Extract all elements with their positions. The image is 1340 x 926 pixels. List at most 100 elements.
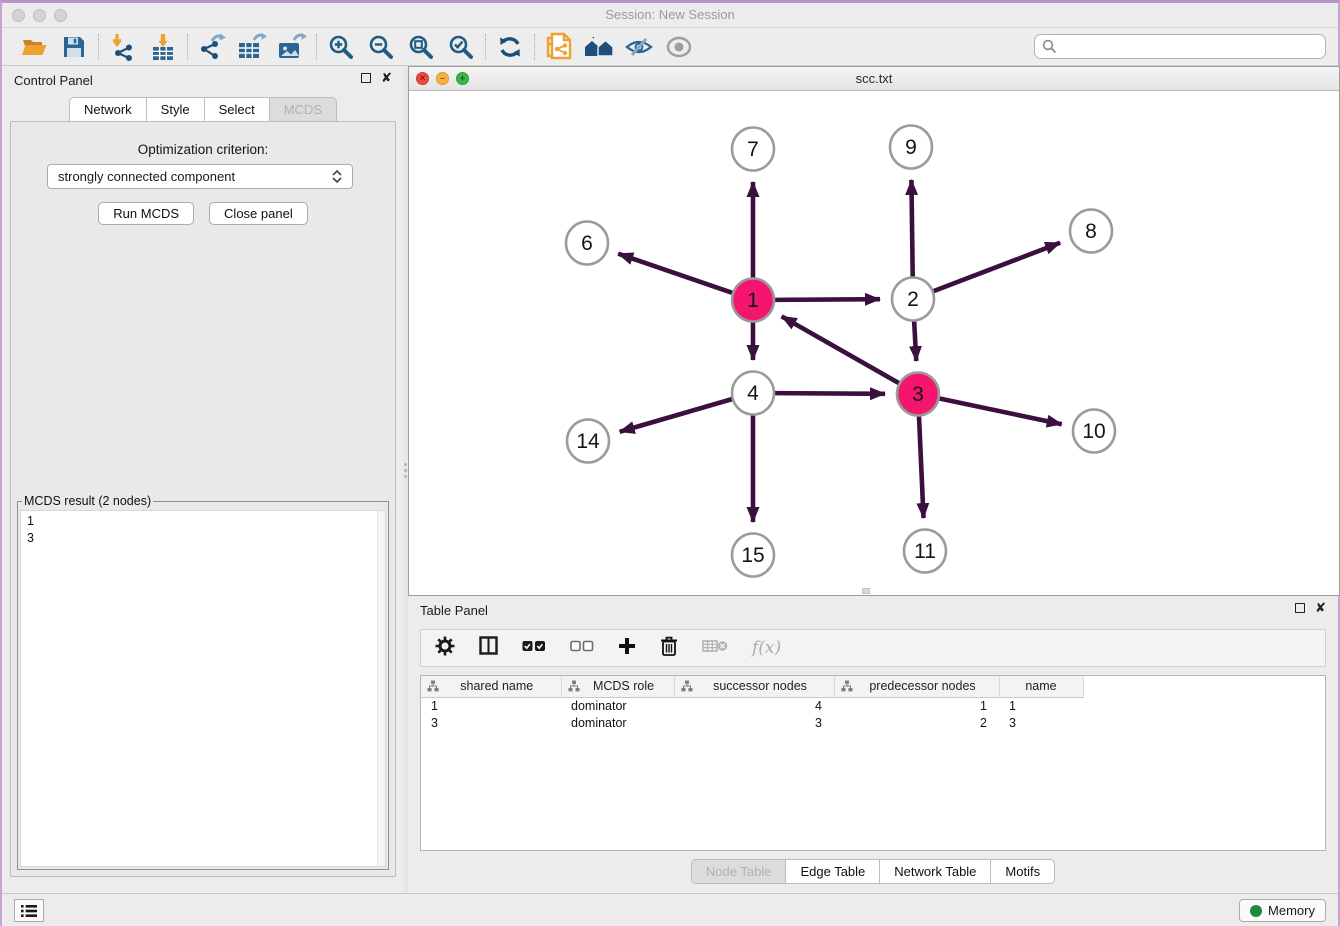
- plus-icon: [618, 637, 636, 655]
- graph-edge-2-8[interactable]: [934, 243, 1061, 291]
- graph-edge-1-2[interactable]: [775, 299, 880, 300]
- graph-node-label-7: 7: [747, 138, 759, 161]
- graph-edge-4-3[interactable]: [775, 393, 885, 394]
- search-icon: [1042, 39, 1057, 54]
- graph-edge-3-10[interactable]: [940, 399, 1062, 425]
- graph-node-label-6: 6: [581, 232, 593, 255]
- table-panel: Table Panel ✘: [408, 596, 1338, 893]
- table-cell[interactable]: 3: [999, 714, 1083, 731]
- table-cell[interactable]: 1: [834, 697, 999, 714]
- graph-node-label-14: 14: [576, 430, 600, 453]
- open-file-button[interactable]: [14, 31, 54, 63]
- home-button[interactable]: [579, 31, 619, 63]
- canvas-resize-grip[interactable]: [862, 588, 870, 594]
- tab-mcds[interactable]: MCDS: [269, 97, 337, 122]
- zoom-selected-icon: [448, 34, 474, 60]
- zoom-fit-icon: [408, 34, 434, 60]
- network-canvas[interactable]: 7968124314101511: [409, 91, 1339, 595]
- toolbar-separator: [534, 34, 535, 60]
- tab-style[interactable]: Style: [146, 97, 204, 122]
- app-titlebar: Session: New Session: [2, 3, 1338, 28]
- hide-button[interactable]: [619, 31, 659, 63]
- import-table-icon: [150, 33, 176, 61]
- save-session-button[interactable]: [54, 31, 94, 63]
- tab-node-table[interactable]: Node Table: [691, 859, 786, 884]
- open-folder-icon: [21, 35, 48, 59]
- function-builder-button-disabled: f(x): [752, 638, 781, 658]
- table-cell[interactable]: 1: [421, 697, 561, 714]
- zoom-out-button[interactable]: [361, 31, 401, 63]
- graph-edge-4-14[interactable]: [620, 399, 732, 432]
- tree-hierarchy-icon: [841, 680, 853, 692]
- column-layout-button[interactable]: [479, 636, 498, 660]
- tab-network-table[interactable]: Network Table: [879, 859, 990, 884]
- graph-edge-2-3[interactable]: [914, 321, 916, 361]
- run-mcds-button[interactable]: Run MCDS: [98, 202, 194, 225]
- table-cell[interactable]: 1: [999, 697, 1083, 714]
- graph-edge-3-1[interactable]: [782, 316, 899, 383]
- tab-network[interactable]: Network: [69, 97, 146, 122]
- show-button-disabled: [659, 31, 699, 63]
- graph-edge-3-11[interactable]: [919, 416, 924, 518]
- graph-edge-2-9[interactable]: [911, 180, 912, 277]
- graph-edge-1-6[interactable]: [618, 254, 732, 293]
- settings-gear-button[interactable]: [435, 636, 455, 661]
- table-cell[interactable]: dominator: [561, 714, 674, 731]
- column-header-successor-nodes[interactable]: successor nodes: [674, 676, 834, 697]
- export-network-icon: [198, 33, 226, 61]
- graph-node-label-3: 3: [912, 383, 924, 406]
- import-network-button[interactable]: [103, 31, 143, 63]
- table-row[interactable]: 1dominator411: [421, 697, 1083, 714]
- export-image-button[interactable]: [272, 31, 312, 63]
- unchecked-boxes-icon: [570, 640, 594, 652]
- tab-motifs[interactable]: Motifs: [990, 859, 1055, 884]
- float-panel-icon[interactable]: [361, 73, 371, 83]
- tab-select[interactable]: Select: [204, 97, 269, 122]
- export-table-button[interactable]: [232, 31, 272, 63]
- zoom-selected-button[interactable]: [441, 31, 481, 63]
- close-table-panel-icon[interactable]: ✘: [1315, 603, 1326, 613]
- result-scrollbar[interactable]: [377, 511, 385, 866]
- table-cell[interactable]: 2: [834, 714, 999, 731]
- column-header-label: MCDS role: [580, 679, 668, 693]
- memory-button[interactable]: Memory: [1239, 899, 1326, 922]
- zoom-out-icon: [368, 34, 394, 60]
- mcds-result-text[interactable]: 1 3: [21, 511, 385, 549]
- close-panel-button[interactable]: Close panel: [209, 202, 308, 225]
- network-window-title: scc.txt: [409, 71, 1339, 86]
- network-file-button[interactable]: [539, 31, 579, 63]
- column-header-predecessor-nodes[interactable]: predecessor nodes: [834, 676, 999, 697]
- table-panel-header: Table Panel ✘: [408, 596, 1338, 624]
- table-row[interactable]: 3dominator323: [421, 714, 1083, 731]
- search-box[interactable]: [1034, 34, 1326, 59]
- deselect-all-button[interactable]: [570, 639, 594, 657]
- close-panel-icon[interactable]: ✘: [381, 73, 392, 83]
- float-table-panel-icon[interactable]: [1295, 603, 1305, 613]
- column-header-MCDS-role[interactable]: MCDS role: [561, 676, 674, 697]
- search-input[interactable]: [1062, 39, 1318, 54]
- zoom-in-button[interactable]: [321, 31, 361, 63]
- import-table-button[interactable]: [143, 31, 183, 63]
- add-row-button[interactable]: [618, 637, 636, 660]
- zoom-in-icon: [328, 34, 354, 60]
- criterion-dropdown[interactable]: strongly connected component: [47, 164, 353, 189]
- refresh-button[interactable]: [490, 31, 530, 63]
- column-header-name[interactable]: name: [999, 676, 1083, 697]
- graph-node-label-4: 4: [747, 382, 759, 405]
- tree-hierarchy-icon: [681, 680, 693, 692]
- table-cell[interactable]: 4: [674, 697, 834, 714]
- node-table: shared name MCDS role successor nodesprede…: [420, 675, 1326, 851]
- column-header-shared-name[interactable]: shared name: [421, 676, 561, 697]
- graph-svg: 7968124314101511: [409, 91, 1339, 595]
- table-cell[interactable]: 3: [421, 714, 561, 731]
- table-cell[interactable]: dominator: [561, 697, 674, 714]
- select-all-button[interactable]: [522, 639, 546, 657]
- delete-row-button[interactable]: [660, 636, 678, 661]
- zoom-fit-button[interactable]: [401, 31, 441, 63]
- table-cell[interactable]: 3: [674, 714, 834, 731]
- eye-slash-icon: [625, 34, 653, 60]
- task-history-button[interactable]: [14, 899, 44, 922]
- export-network-button[interactable]: [192, 31, 232, 63]
- tab-edge-table[interactable]: Edge Table: [785, 859, 879, 884]
- app-title: Session: New Session: [2, 7, 1338, 22]
